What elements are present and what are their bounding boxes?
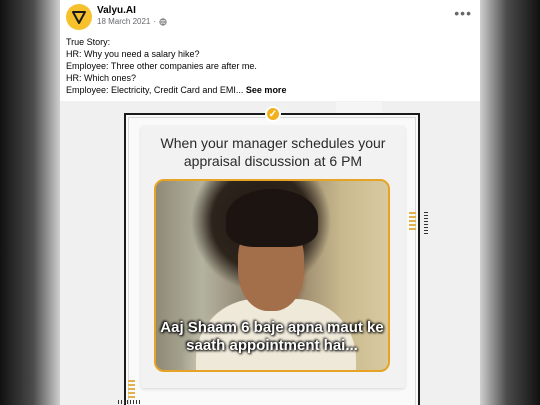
meme-overlay-text: Aaj Shaam 6 baje apna maut ke saath appo… [156, 319, 388, 355]
meme-caption-line: appraisal discussion at 6 PM [183, 153, 363, 169]
post-text-line: Employee: Three other companies are afte… [66, 61, 257, 71]
globe-icon [159, 17, 167, 26]
post-text-line: Employee: Electricity, Credit Card and E… [66, 84, 466, 96]
page-avatar[interactable] [66, 4, 92, 30]
meme-overlay-line: saath appointment hai... [186, 337, 358, 354]
background-right [480, 0, 540, 405]
see-more-link[interactable]: See more [246, 85, 287, 95]
meta-separator: · [153, 17, 157, 26]
decorative-stripes [128, 380, 135, 400]
post-text-line-last: Employee: Electricity, Credit Card and E… [66, 85, 244, 95]
more-options-icon[interactable]: ••• [454, 6, 472, 20]
post-text-line: True Story: [66, 37, 111, 47]
check-badge-icon: ✓ [265, 106, 281, 122]
photo-hair [226, 189, 318, 247]
background-left [0, 0, 60, 405]
post-text-line: HR: Which ones? [66, 73, 137, 83]
post-text: True Story: HR: Why you need a salary hi… [66, 36, 466, 96]
valyu-logo-icon [72, 11, 86, 24]
post-text-line: HR: Why you need a salary hike? [66, 49, 200, 59]
page-name[interactable]: Valyu.AI [97, 5, 136, 16]
meme-overlay-line: Aaj Shaam 6 baje apna maut ke [160, 319, 384, 336]
meme-caption-line: When your manager schedules your [160, 135, 386, 151]
decorative-stripes [409, 212, 416, 232]
meme-caption: When your manager schedules your apprais… [141, 134, 405, 170]
meme-photo: Aaj Shaam 6 baje apna maut ke saath appo… [154, 179, 390, 372]
post-meta: 18 March 2021 · [97, 17, 167, 26]
decorative-dots [118, 400, 140, 404]
post-date[interactable]: 18 March 2021 [97, 17, 150, 26]
decorative-dots [424, 212, 428, 234]
